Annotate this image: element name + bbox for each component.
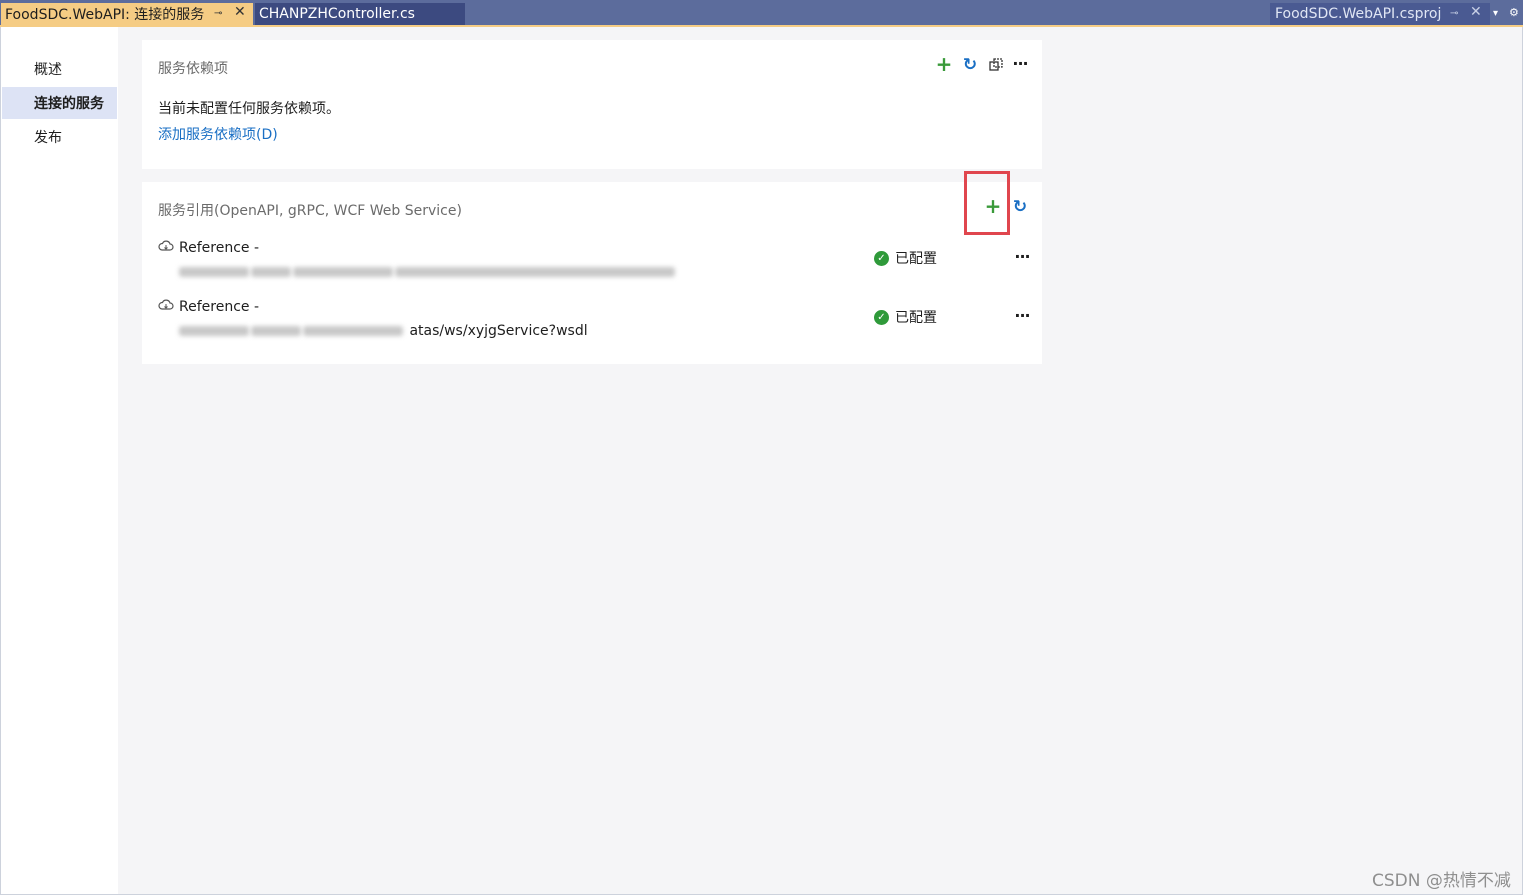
check-circle-icon: ✓ <box>874 309 889 325</box>
sidebar-item-label: 概述 <box>34 62 62 78</box>
pin-icon[interactable]: ⊸ <box>1450 8 1458 19</box>
tab-connected-services[interactable]: FoodSDC.WebAPI: 连接的服务 ⊸ ✕ <box>1 3 253 25</box>
manage-dependencies-button[interactable] <box>986 55 1006 75</box>
refresh-icon: ↻ <box>962 54 978 75</box>
list-item[interactable]: Reference - ✓ 已配置 ··· <box>158 239 1031 289</box>
status-text: 已配置 <box>895 310 937 326</box>
sidebar-item-overview[interactable]: 概述 <box>2 53 117 85</box>
sidebar-item-publish[interactable]: 发布 <box>2 121 117 153</box>
gear-icon[interactable]: ⚙ <box>1509 6 1519 19</box>
tab-controller-file[interactable]: CHANPZHController.cs <box>255 3 465 25</box>
status-text: 已配置 <box>895 251 937 267</box>
sidebar-item-connected-services[interactable]: 连接的服务 <box>2 87 117 119</box>
plus-icon: + <box>935 52 953 76</box>
close-tab-icon[interactable]: ✕ <box>234 4 246 20</box>
section-title: 服务引用(OpenAPI, gRPC, WCF Web Service) <box>158 203 462 219</box>
refresh-icon: ↻ <box>1012 196 1028 217</box>
add-service-dependency-link[interactable]: 添加服务依赖项(D) <box>158 124 278 144</box>
add-dependency-button[interactable]: + <box>934 54 954 74</box>
tab-title: CHANPZHController.cs <box>259 6 415 22</box>
refresh-dependencies-button[interactable]: ↻ <box>960 55 980 75</box>
reference-url-text: atas/ws/xyjgService?wsdl <box>409 323 588 339</box>
sidebar-item-label: 连接的服务 <box>34 96 104 112</box>
empty-dependencies-message: 当前未配置任何服务依赖项。 <box>158 101 340 117</box>
reference-url <box>179 264 677 280</box>
tab-csproj-file[interactable]: FoodSDC.WebAPI.csproj ⊸ ✕ <box>1270 3 1490 25</box>
status-badge: ✓ 已配置 <box>874 248 937 268</box>
cloud-service-icon <box>158 240 174 251</box>
list-item[interactable]: Reference - atas/ws/xyjgService?wsdl ✓ 已… <box>158 298 1031 348</box>
more-options-button[interactable]: ··· <box>1012 247 1032 267</box>
reference-url: atas/ws/xyjgService?wsdl <box>179 323 588 339</box>
document-tab-strip: FoodSDC.WebAPI: 连接的服务 ⊸ ✕ CHANPZHControl… <box>0 0 1523 27</box>
reference-name: Reference - <box>179 240 260 256</box>
service-dependencies-card: 服务依赖项 + ↻ ··· 当前未配置任何服务依赖项。 添加服务依赖项(D) <box>142 40 1042 169</box>
highlight-annotation <box>964 171 1010 235</box>
ellipsis-icon: ··· <box>1014 306 1030 325</box>
close-tab-icon[interactable]: ✕ <box>1470 4 1482 20</box>
ellipsis-icon: ··· <box>1014 247 1030 266</box>
status-badge: ✓ 已配置 <box>874 307 937 327</box>
sidebar: 概述 连接的服务 发布 <box>1 27 118 894</box>
section-title: 服务依赖项 <box>158 61 228 77</box>
cloud-service-icon <box>158 299 174 310</box>
pin-icon[interactable]: ⊸ <box>214 8 222 19</box>
watermark: CSDN @热情不减 <box>1372 871 1511 891</box>
sidebar-item-label: 发布 <box>34 130 62 146</box>
more-options-button[interactable]: ··· <box>1010 54 1030 74</box>
export-icon <box>989 58 1003 71</box>
tab-title: FoodSDC.WebAPI.csproj <box>1275 6 1442 22</box>
check-circle-icon: ✓ <box>874 250 889 266</box>
service-references-card: 服务引用(OpenAPI, gRPC, WCF Web Service) + ↻… <box>142 182 1042 364</box>
reference-name: Reference - <box>179 299 260 315</box>
more-options-button[interactable]: ··· <box>1012 306 1032 326</box>
tab-list-dropdown-icon[interactable]: ▾ <box>1493 8 1498 19</box>
tab-title: FoodSDC.WebAPI: 连接的服务 <box>5 7 205 23</box>
ellipsis-icon: ··· <box>1012 54 1028 73</box>
refresh-references-button[interactable]: ↻ <box>1010 197 1030 217</box>
